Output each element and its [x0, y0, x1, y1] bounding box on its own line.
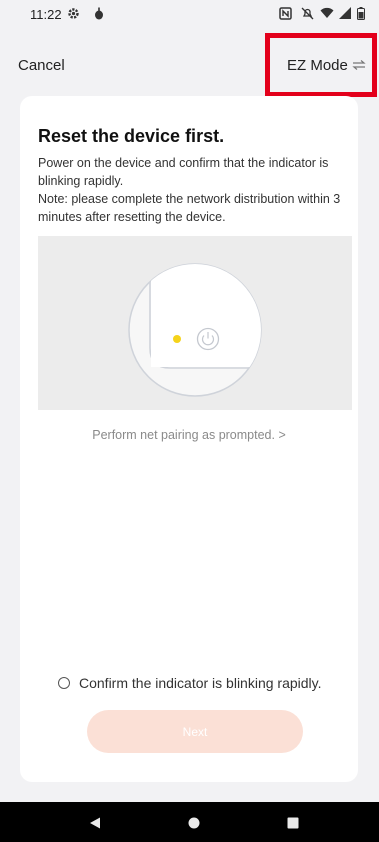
switch-arrows-icon [352, 57, 366, 74]
instruction-card: Reset the device first. Power on the dev… [20, 96, 358, 782]
instruction-text: Power on the device and confirm that the… [38, 154, 358, 226]
page-title: Reset the device first. [38, 126, 225, 146]
mute-icon [300, 6, 314, 20]
notification-icon [92, 6, 106, 20]
mode-label: EZ Mode [287, 57, 348, 74]
signal-icon [338, 6, 352, 20]
system-nav-bar [0, 802, 379, 842]
next-button[interactable]: Next [87, 710, 303, 753]
home-icon[interactable] [186, 815, 202, 831]
battery-icon [354, 6, 368, 20]
status-time: 11:22 [30, 7, 62, 22]
indicator-light [173, 335, 181, 343]
instruction-line: Power on the device and confirm that the… [38, 156, 329, 188]
confirm-label: Confirm the indicator is blinking rapidl… [79, 675, 322, 691]
radio-icon[interactable] [58, 677, 70, 689]
mode-switch-button[interactable]: EZ Mode [287, 57, 366, 74]
wifi-icon [320, 6, 334, 20]
recents-icon[interactable] [285, 815, 301, 831]
top-nav: Cancel EZ Mode [0, 40, 379, 90]
confirm-checkbox[interactable]: Confirm the indicator is blinking rapidl… [58, 675, 322, 691]
device-illustration [38, 236, 352, 410]
net-pairing-link[interactable]: Perform net pairing as prompted. > [20, 428, 358, 442]
back-icon[interactable] [87, 815, 103, 831]
note-line: Note: please complete the network distri… [38, 192, 341, 224]
settings-icon [66, 6, 80, 20]
status-bar: 11:22 [0, 0, 379, 28]
nfc-icon [278, 6, 292, 20]
cancel-button[interactable]: Cancel [18, 57, 65, 74]
